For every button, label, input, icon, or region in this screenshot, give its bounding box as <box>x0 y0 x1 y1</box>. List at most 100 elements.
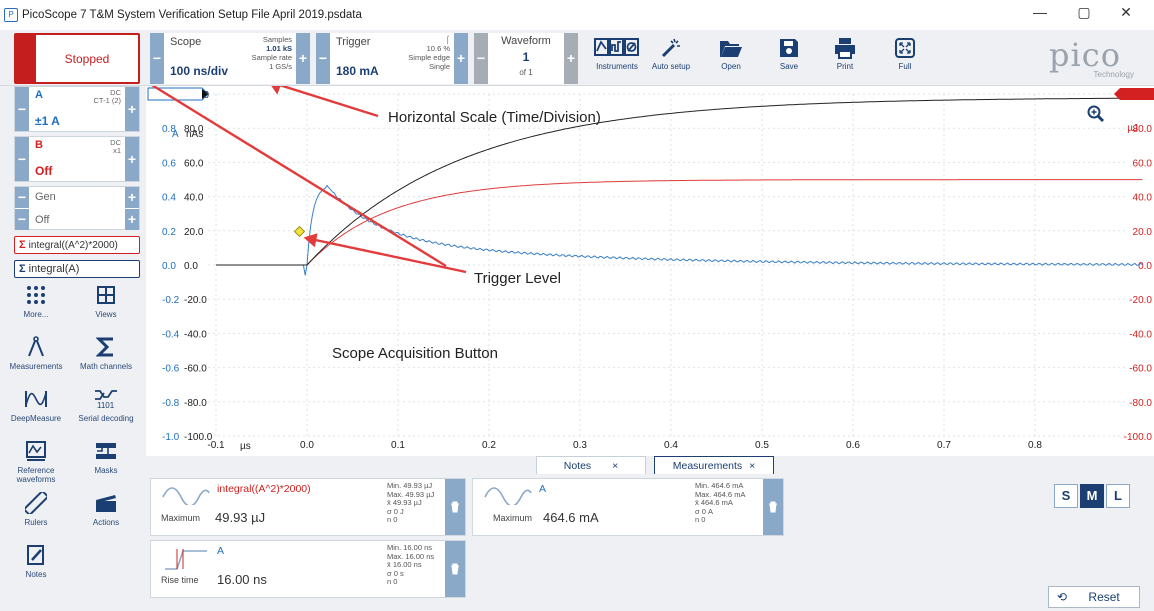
save-button[interactable]: Save <box>762 34 816 82</box>
tab-measurements-close-icon[interactable]: × <box>749 460 755 472</box>
rulers-button[interactable]: Rulers <box>4 488 68 527</box>
delete-measurement-button[interactable] <box>445 479 465 535</box>
waveform-previous-button[interactable]: − <box>474 33 488 84</box>
y-tick-label-energy: -60.0 <box>1129 364 1152 375</box>
deepmeasure-label: DeepMeasure <box>10 414 62 423</box>
notes-label: Notes <box>25 570 47 579</box>
trigger-selector[interactable]: Trigger 180 mA ⌠ 10.6 % Simple edge Sing… <box>330 33 454 84</box>
trigger-increase-button[interactable]: + <box>454 33 468 84</box>
main-toolbar: Stopped − Scope 100 ns/div Samples 1.01 … <box>0 30 1154 86</box>
size-medium-button[interactable]: M <box>1080 484 1104 508</box>
delete-measurement-button[interactable] <box>445 541 465 597</box>
channel-b-decrease-button[interactable]: − <box>15 137 29 181</box>
tab-measurements[interactable]: Measurements × <box>654 456 774 474</box>
maximize-button[interactable]: ▢ <box>1064 4 1104 21</box>
reference-waveforms-label: Reference waveforms <box>16 466 56 484</box>
zoom-in-icon[interactable] <box>1087 105 1105 123</box>
measurements-panel: Notes × Measurements × integral((A^2)*20… <box>146 456 1154 611</box>
math-channel-energy[interactable]: Σ integral((A^2)*2000) <box>14 236 140 254</box>
print-button[interactable]: Print <box>818 34 872 82</box>
channel-b-name: B <box>35 139 43 151</box>
minimize-button[interactable]: — <box>1020 4 1060 20</box>
generator-decrease-button[interactable]: − <box>15 187 29 208</box>
measurement-type: Rise time <box>161 575 199 585</box>
y-tick-label-a: -1.0 <box>162 432 180 443</box>
channel-a-decrease-button[interactable]: − <box>15 87 29 131</box>
y-tick-label-a: -0.4 <box>162 329 180 340</box>
size-small-button[interactable]: S <box>1054 484 1078 508</box>
expand-icon <box>878 34 932 62</box>
reset-icon: ⟲ <box>1057 590 1068 604</box>
auto-setup-label: Auto setup <box>651 62 691 71</box>
save-label: Save <box>779 62 799 71</box>
generator-control[interactable]: − Gen + − Off + <box>14 186 140 230</box>
views-label: Views <box>95 310 117 319</box>
timebase-selector[interactable]: Scope 100 ns/div Samples 1.01 kS Sample … <box>164 33 296 84</box>
math-channel-charge[interactable]: Σ integral(A) <box>14 260 140 278</box>
measurement-card-rise-time[interactable]: A Rise time 16.00 ns Min. 16.00 ns Max. … <box>150 540 466 598</box>
sample-rate-label: Sample rate <box>251 53 292 62</box>
open-button[interactable]: Open <box>704 34 758 82</box>
reset-button[interactable]: ⟲ Reset <box>1048 586 1140 608</box>
reference-waveforms-button[interactable]: Reference waveforms <box>4 436 68 484</box>
masks-button[interactable]: Masks <box>74 436 138 475</box>
print-label: Print <box>836 62 854 71</box>
measurement-card-energy[interactable]: integral((A^2)*2000) Maximum 49.93 µJ Mi… <box>150 478 466 536</box>
channel-b-control[interactable]: − B DC x1 Off + <box>14 136 140 182</box>
tab-notes-close-icon[interactable]: × <box>612 460 618 472</box>
generator-state: Off <box>35 214 50 226</box>
measurements-button[interactable]: Measurements <box>4 332 68 371</box>
timebase-increase-button[interactable]: + <box>296 33 310 84</box>
serial-decoding-label: Serial decoding <box>78 414 134 423</box>
trash-icon <box>451 563 459 575</box>
instruments-icon <box>590 34 644 62</box>
serial-decoding-icon: 1101 <box>74 384 138 414</box>
waveform-next-button[interactable]: + <box>564 33 578 84</box>
scope-graph[interactable]: -0.10.00.10.20.30.40.50.60.70.81.0100.00… <box>119 64 1154 456</box>
actions-button[interactable]: Actions <box>74 488 138 527</box>
trigger-level-annotation: Trigger Level <box>474 270 561 287</box>
run-stop-button[interactable]: Stopped <box>14 33 140 84</box>
channel-a-control[interactable]: − A DC CT-1 (2) ±1 A + <box>14 86 140 132</box>
views-button[interactable]: Views <box>74 280 138 319</box>
waveform-selector[interactable]: Waveform 1 of 1 <box>488 33 564 84</box>
x-tick-label: 0.4 <box>664 440 678 451</box>
trigger-decrease-button[interactable]: − <box>316 33 330 84</box>
x-tick-label: 0.5 <box>755 440 769 451</box>
channel-a-increase-button[interactable]: + <box>125 87 139 131</box>
y-tick-label-energy: -80.0 <box>1129 398 1152 409</box>
channel-a-offset-marker[interactable] <box>147 87 209 101</box>
instruments-button[interactable]: Instruments <box>590 34 644 82</box>
close-button[interactable]: ✕ <box>1106 4 1146 21</box>
serial-decoding-button[interactable]: 1101 Serial decoding <box>74 384 138 423</box>
generator-off-increase-button[interactable]: + <box>125 209 139 230</box>
measurement-channel: A <box>217 545 225 557</box>
measurement-type: Maximum <box>493 513 533 523</box>
generator-increase-button[interactable]: + <box>125 187 139 208</box>
measurement-channel: A <box>539 483 547 495</box>
right-axis-unit: µJ <box>1127 123 1138 134</box>
measurement-value: 464.6 mA <box>543 510 599 525</box>
deepmeasure-button[interactable]: DeepMeasure <box>4 384 68 423</box>
channel-b-increase-button[interactable]: + <box>125 137 139 181</box>
timebase-decrease-button[interactable]: − <box>150 33 164 84</box>
trigger-marker[interactable] <box>293 225 306 238</box>
size-large-button[interactable]: L <box>1106 484 1130 508</box>
y-tick-label-a: 0.4 <box>162 193 176 204</box>
scope-view[interactable]: -0.10.00.10.20.30.40.50.60.70.81.0100.00… <box>119 64 1154 456</box>
reset-label: Reset <box>1088 590 1120 604</box>
energy-offset-marker[interactable] <box>1114 88 1154 100</box>
auto-setup-button[interactable]: Auto setup <box>644 34 698 82</box>
channel-a-probe: CT-1 (2) <box>93 96 121 105</box>
more-button[interactable]: More... <box>4 280 68 319</box>
delete-measurement-button[interactable] <box>763 479 783 535</box>
channel-b-probe: x1 <box>113 146 121 155</box>
math-channels-label: Math channels <box>79 362 133 371</box>
tab-notes[interactable]: Notes × <box>536 456 646 474</box>
full-screen-button[interactable]: Full <box>878 34 932 82</box>
math-channels-button[interactable]: Math channels <box>74 332 138 371</box>
measurement-card-current[interactable]: A Maximum 464.6 mA Min. 464.6 mA Max. 46… <box>472 478 784 536</box>
notes-button[interactable]: Notes <box>4 540 68 579</box>
generator-off-decrease-button[interactable]: − <box>15 209 29 230</box>
measurement-channel: integral((A^2)*2000) <box>217 483 311 495</box>
